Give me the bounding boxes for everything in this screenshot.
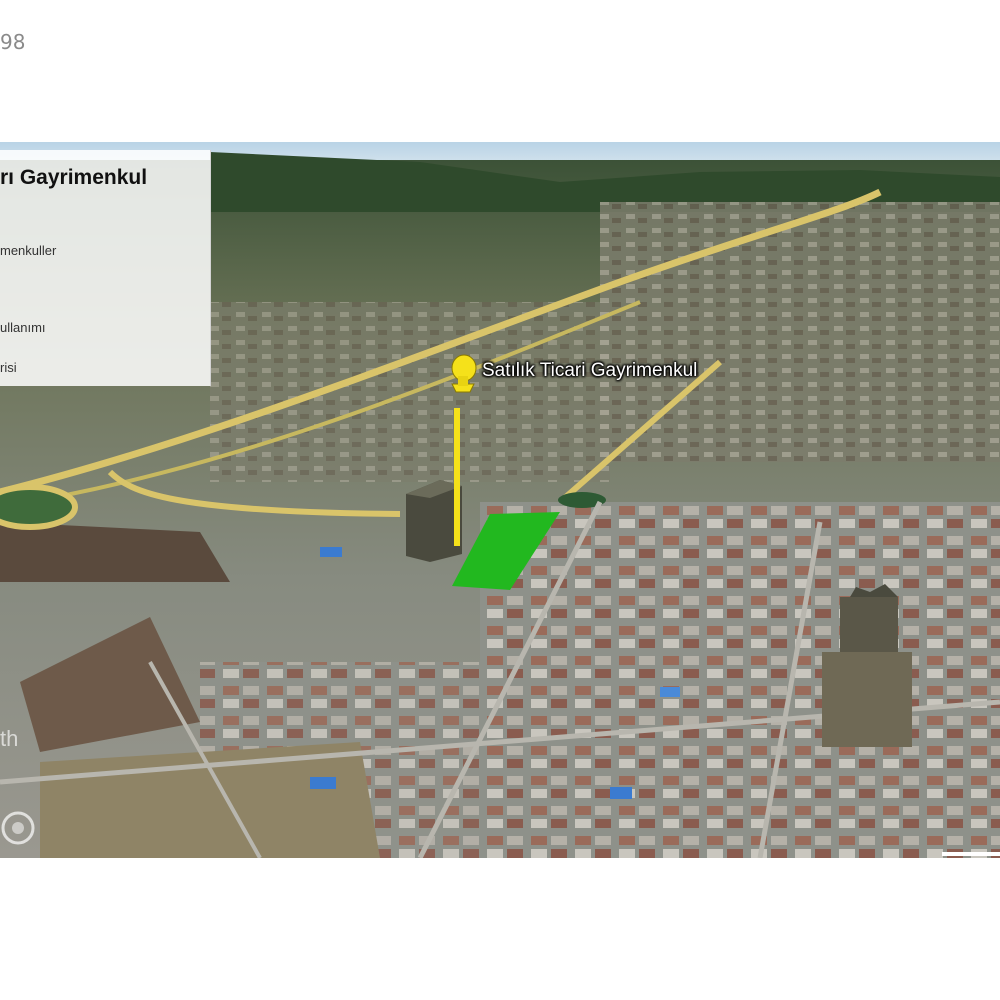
info-panel-title: rı Gayrimenkul xyxy=(0,166,148,189)
info-panel-line: ullanımı xyxy=(0,320,46,335)
info-panel: rı Gayrimenkul menkuller ullanımı risi xyxy=(0,150,211,386)
scale-bar xyxy=(942,852,1000,856)
info-panel-line: risi xyxy=(0,360,17,375)
info-panel-line: menkuller xyxy=(0,243,57,258)
map-logo-icon xyxy=(1,811,35,845)
map-watermark: th xyxy=(0,726,19,751)
listing-id-text: 98 xyxy=(0,30,26,54)
pushpin-icon[interactable] xyxy=(442,354,482,414)
placemark-label[interactable]: Satılık Ticari Gayrimenkul xyxy=(482,360,697,382)
